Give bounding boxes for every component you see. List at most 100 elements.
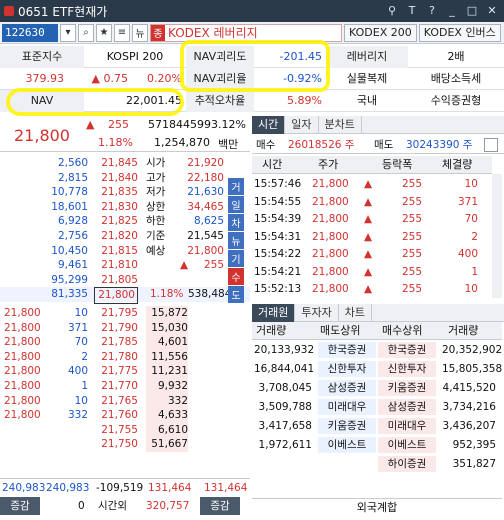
index-label: 표준지수 bbox=[0, 46, 84, 68]
info-label: 예상 bbox=[146, 244, 166, 257]
tick-change: 255 bbox=[402, 283, 423, 295]
broker-buy-name[interactable]: 미래대우 bbox=[378, 418, 436, 434]
tick-volume: 70 bbox=[464, 213, 478, 225]
tick-time: 15:54:22 bbox=[254, 248, 302, 260]
up-arrow-icon: ▲ bbox=[180, 259, 189, 272]
side-button-1[interactable]: 일 bbox=[228, 196, 244, 214]
side-button-6[interactable]: 도 bbox=[228, 286, 244, 304]
info-value: 21,800 bbox=[187, 244, 224, 257]
kodex-inverse-button[interactable]: KODEX 인버스 bbox=[418, 23, 501, 42]
tick-price: 21,800 bbox=[312, 265, 349, 278]
broker-sell-name[interactable]: 이베스트 bbox=[318, 437, 376, 453]
side-button-3[interactable]: 뉴 bbox=[228, 232, 244, 250]
mid-pct: 1.18% bbox=[150, 288, 184, 301]
up-arrow-icon: ▲ bbox=[86, 118, 95, 131]
broker-sell-name[interactable]: 신한투자 bbox=[318, 361, 376, 377]
change-button[interactable]: 증감 bbox=[0, 497, 40, 515]
ask-price[interactable]: 21,840 bbox=[94, 171, 138, 186]
ask-volume: 2,815 bbox=[57, 171, 88, 184]
broker-buy-name[interactable]: 이베스트 bbox=[378, 437, 436, 453]
bid-price[interactable]: 21,770 bbox=[94, 379, 138, 394]
bid-price[interactable]: 21,760 bbox=[94, 408, 138, 423]
tick-header: 시간 주가 등락폭 체결량 bbox=[252, 156, 492, 174]
tab-chart[interactable]: 차트 bbox=[339, 304, 372, 322]
ask-price[interactable]: 21,830 bbox=[94, 200, 138, 215]
broker-sell-name[interactable]: 키움증권 bbox=[318, 418, 376, 434]
change-button-2[interactable]: 증감 bbox=[200, 497, 240, 515]
minimize-icon[interactable]: _ bbox=[444, 2, 460, 18]
ask-row: 18,601 21,830 상한 34,465 bbox=[0, 199, 250, 215]
tab-broker[interactable]: 거래원 bbox=[252, 304, 296, 322]
side-button-4[interactable]: 기 bbox=[228, 250, 244, 268]
broker-buy-volume: 15,805,358 bbox=[442, 363, 503, 375]
ask-price[interactable]: 21,835 bbox=[94, 185, 138, 200]
ask-price[interactable]: 21,810 bbox=[94, 258, 138, 273]
bid-price[interactable]: 21,790 bbox=[94, 321, 138, 336]
bid-volume: 15,030 bbox=[146, 320, 188, 336]
help-icon[interactable]: ? bbox=[424, 2, 440, 18]
link-icon[interactable]: ⚲ bbox=[384, 2, 400, 18]
tab-time[interactable]: 시간 bbox=[252, 116, 286, 134]
list-icon[interactable]: ≡ bbox=[114, 23, 130, 42]
ask-price[interactable]: 21,820 bbox=[94, 229, 138, 244]
bid-price[interactable]: 21,765 bbox=[94, 394, 138, 409]
broker-sell-name[interactable]: 미래대우 bbox=[318, 399, 376, 415]
tick-time: 15:54:21 bbox=[254, 265, 302, 278]
bid-volume: 15,872 bbox=[146, 306, 188, 321]
ask-price[interactable]: 21,805 bbox=[94, 273, 138, 288]
bid-price-left: 21,800 bbox=[4, 394, 41, 407]
tab-date[interactable]: 일자 bbox=[285, 116, 319, 134]
search-icon[interactable]: ⌕ bbox=[78, 23, 94, 42]
tab-investor[interactable]: 투자자 bbox=[295, 304, 339, 322]
window-title: 0651 ETF현재가 bbox=[18, 4, 108, 19]
tick-row: 15:57:46 21,800 ▲ 255 10 bbox=[252, 176, 492, 192]
broker-buy-name[interactable]: 하이증권 bbox=[378, 456, 436, 472]
ask-row: 9,461 21,810 ▲ 255 bbox=[0, 258, 250, 273]
bid-volume: 11,231 bbox=[146, 364, 188, 379]
ask-price[interactable]: 21,815 bbox=[94, 244, 138, 259]
side-button-0[interactable]: 거 bbox=[228, 178, 244, 196]
bid-qty-left: 2 bbox=[81, 350, 88, 363]
nav-rate-label: NAV괴리율 bbox=[186, 68, 254, 90]
bid-row: 21,800 10 21,795 15,872 bbox=[0, 306, 250, 321]
kodex200-button[interactable]: KODEX 200 bbox=[344, 23, 417, 42]
sell-label: 매도 bbox=[374, 139, 394, 151]
broker-buy-name[interactable]: 삼성증권 bbox=[378, 399, 436, 415]
news-icon[interactable]: 뉴 bbox=[132, 23, 148, 42]
broker-row: 1,972,611 이베스트 이베스트 952,395 bbox=[252, 437, 502, 453]
code-input[interactable]: 122630 bbox=[2, 23, 58, 42]
tick-scrollbar[interactable] bbox=[492, 174, 502, 298]
bid-price[interactable]: 21,755 bbox=[94, 423, 138, 438]
bid-price[interactable]: 21,795 bbox=[94, 306, 138, 321]
tick-row: 15:54:21 21,800 ▲ 255 1 bbox=[252, 264, 492, 280]
broker-sell-name[interactable]: 한국증권 bbox=[318, 342, 376, 358]
side-button-5[interactable]: 수 bbox=[228, 268, 244, 286]
ask-row: 2,560 21,845 시가 21,920 bbox=[0, 156, 250, 171]
ask-price[interactable]: 21,800 bbox=[94, 287, 138, 304]
mid-volume: 538,484 bbox=[188, 288, 232, 301]
bid-price[interactable]: 21,785 bbox=[94, 335, 138, 350]
broker-buy-name[interactable]: 신한투자 bbox=[378, 361, 436, 377]
favorite-icon[interactable]: ★ bbox=[96, 23, 112, 42]
bid-qty-left: 70 bbox=[74, 336, 88, 349]
maximize-icon[interactable]: □ bbox=[464, 2, 480, 18]
broker-header-buy-vol: 거래량 bbox=[448, 324, 479, 337]
pin-icon[interactable]: T bbox=[404, 2, 420, 18]
broker-sell-name[interactable]: 삼성증권 bbox=[318, 380, 376, 396]
bid-row: 21,800 371 21,790 15,030 bbox=[0, 320, 250, 336]
bid-price[interactable]: 21,750 bbox=[94, 437, 138, 452]
broker-buy-volume: 351,827 bbox=[452, 458, 496, 470]
broker-buy-name[interactable]: 키움증권 bbox=[378, 380, 436, 396]
broker-buy-name[interactable]: 한국증권 bbox=[378, 342, 436, 358]
name-field[interactable]: 종 KODEX 레버리지 bbox=[150, 23, 342, 42]
dropdown-icon[interactable]: ▾ bbox=[60, 23, 76, 42]
bid-price[interactable]: 21,775 bbox=[94, 364, 138, 379]
info-value: 34,465 bbox=[187, 200, 224, 213]
expand-icon[interactable] bbox=[484, 138, 498, 152]
tab-minute-chart[interactable]: 분차트 bbox=[319, 116, 362, 134]
close-icon[interactable]: ✕ bbox=[484, 2, 500, 18]
ask-price[interactable]: 21,825 bbox=[94, 214, 138, 229]
side-button-2[interactable]: 차 bbox=[228, 214, 244, 232]
bid-price[interactable]: 21,780 bbox=[94, 350, 138, 365]
ask-price[interactable]: 21,845 bbox=[94, 156, 138, 171]
